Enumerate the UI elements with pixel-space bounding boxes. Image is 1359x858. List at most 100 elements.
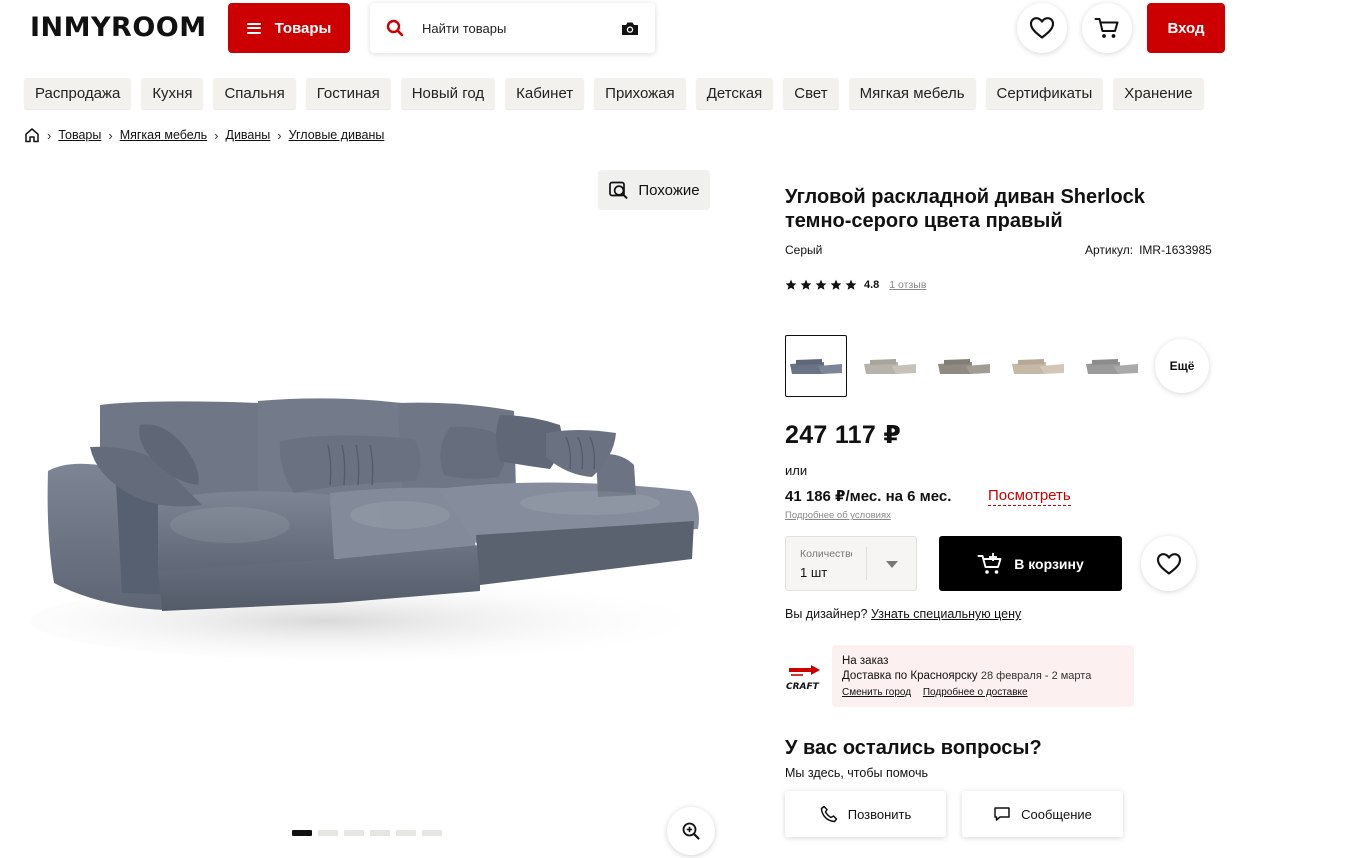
- quantity-divider: [866, 547, 867, 580]
- heart-icon: [1156, 552, 1181, 575]
- message-button[interactable]: Сообщение: [962, 791, 1123, 837]
- category-chip[interactable]: Детская: [695, 78, 774, 109]
- gallery-dot[interactable]: [318, 830, 338, 836]
- delivery-line: Доставка по Красноярску 28 февраля - 2 м…: [842, 669, 1124, 684]
- category-chip[interactable]: Гостиная: [305, 78, 391, 109]
- questions-subtitle: Мы здесь, чтобы помочь: [785, 766, 928, 780]
- sofa-thumbnail-icon: [1086, 359, 1138, 374]
- sofa-thumbnail-icon: [864, 359, 916, 374]
- product-color: Серый: [785, 243, 823, 257]
- product-rating: 4.8 1 отзыв: [785, 279, 926, 291]
- designer-offer: Вы дизайнер? Узнать специальную цену: [785, 607, 1021, 621]
- heart-icon: [1029, 17, 1055, 39]
- gallery-dot[interactable]: [422, 830, 442, 836]
- product-price: 247 117 ₽: [785, 421, 902, 449]
- delivery-links: Сменить город Подробнее о доставке: [842, 685, 1124, 700]
- catalog-button[interactable]: Товары: [228, 3, 350, 53]
- zoom-button[interactable]: [667, 807, 715, 855]
- craft-logo: CRAFT: [786, 665, 820, 692]
- view-installment-link[interactable]: Посмотреть: [988, 487, 1071, 506]
- breadcrumb-link[interactable]: Диваны: [225, 128, 270, 142]
- delivery-dates: 28 февраля - 2 марта: [980, 670, 1092, 682]
- category-chip[interactable]: Спальня: [213, 78, 296, 109]
- message-button-label: Сообщение: [1021, 806, 1092, 822]
- call-button[interactable]: Позвонить: [785, 791, 946, 837]
- delivery-details-link[interactable]: Подробнее о доставке: [923, 687, 1028, 698]
- variant-thumbnail[interactable]: [1081, 335, 1143, 397]
- sofa-thumbnail-icon: [1012, 359, 1064, 374]
- category-chip[interactable]: Кухня: [141, 78, 204, 109]
- quantity-select[interactable]: Количество 1 шт: [785, 536, 917, 591]
- star-icon: [830, 279, 842, 290]
- add-to-favorites-button[interactable]: [1141, 536, 1196, 591]
- category-chip[interactable]: Хранение: [1113, 78, 1204, 109]
- breadcrumb-link[interactable]: Товары: [58, 128, 101, 142]
- product-article: Артикул: IMR-1633985: [1085, 243, 1212, 257]
- cart-add-icon: [977, 552, 1002, 574]
- favorites-button[interactable]: [1017, 3, 1067, 53]
- catalog-button-label: Товары: [274, 19, 332, 37]
- rating-stars: [785, 279, 857, 291]
- search-input[interactable]: Найти товары: [422, 21, 621, 36]
- home-icon[interactable]: [24, 127, 40, 143]
- cart-button[interactable]: [1082, 3, 1132, 53]
- gallery-pagination: [292, 830, 442, 836]
- gallery-dot[interactable]: [292, 830, 312, 836]
- variant-thumbnail[interactable]: [859, 335, 921, 397]
- reviews-link[interactable]: 1 отзыв: [889, 279, 926, 291]
- star-icon: [845, 279, 857, 290]
- category-chip[interactable]: Свет: [783, 78, 839, 109]
- call-button-label: Позвонить: [847, 806, 912, 822]
- variant-thumbnail[interactable]: [1007, 335, 1069, 397]
- add-to-cart-label: В корзину: [1014, 555, 1084, 572]
- variant-thumbnail[interactable]: [785, 335, 847, 397]
- availability-status: На заказ: [842, 655, 889, 667]
- star-icon: [800, 279, 812, 290]
- category-chip[interactable]: Прихожая: [594, 78, 686, 109]
- login-button[interactable]: Вход: [1147, 3, 1225, 53]
- designer-price-link[interactable]: Узнать специальную цену: [871, 607, 1021, 621]
- similar-button[interactable]: Похожие: [598, 170, 710, 210]
- camera-icon[interactable]: [621, 21, 639, 36]
- category-chip[interactable]: Распродажа: [24, 78, 132, 109]
- cart-icon: [1094, 18, 1119, 38]
- rating-value: 4.8: [864, 279, 880, 291]
- category-chip[interactable]: Мягкая мебель: [848, 78, 976, 109]
- star-icon: [785, 279, 797, 290]
- star-icon: [815, 279, 827, 290]
- category-nav: Распродажа Кухня Спальня Гостиная Новый …: [24, 78, 1204, 109]
- product-image: [30, 398, 699, 661]
- breadcrumb-link[interactable]: Мягкая мебель: [120, 128, 207, 142]
- delivery-text: Доставка по Красноярску: [842, 670, 978, 682]
- site-logo[interactable]: INMYROOM: [30, 12, 207, 43]
- search-bar[interactable]: Найти товары: [370, 3, 655, 53]
- product-title: Угловой раскладной диван Sherlock темно-…: [785, 186, 1145, 232]
- gallery-dot[interactable]: [396, 830, 416, 836]
- search-icon: [386, 19, 404, 37]
- category-chip[interactable]: Новый год: [400, 78, 496, 109]
- gallery-dot[interactable]: [344, 830, 364, 836]
- change-city-link[interactable]: Сменить город: [842, 687, 911, 698]
- add-to-cart-button[interactable]: В корзину: [939, 536, 1122, 591]
- conditions-link[interactable]: Подробнее об условиях: [785, 510, 891, 521]
- breadcrumb-separator: ›: [214, 127, 219, 143]
- variant-thumbnail[interactable]: [933, 335, 995, 397]
- category-chip[interactable]: Сертификаты: [985, 78, 1104, 109]
- craft-logo-text: CRAFT: [786, 682, 820, 692]
- zoom-in-icon: [682, 822, 700, 840]
- installment-price: 41 186 ₽/мес. на 6 мес.: [785, 488, 952, 505]
- breadcrumb-separator: ›: [277, 127, 282, 143]
- questions-title: У вас остались вопросы?: [785, 737, 1042, 759]
- similar-button-label: Похожие: [638, 181, 700, 199]
- more-variants-button[interactable]: Ещё: [1155, 339, 1209, 393]
- article-value: IMR-1633985: [1139, 243, 1212, 257]
- color-variants: Ещё: [785, 335, 1209, 397]
- gallery-dot[interactable]: [370, 830, 390, 836]
- breadcrumb-link[interactable]: Угловые диваны: [289, 128, 385, 142]
- article-label: Артикул:: [1085, 243, 1134, 257]
- visual-search-icon: [609, 181, 628, 199]
- category-chip[interactable]: Кабинет: [505, 78, 585, 109]
- menu-icon: [246, 22, 261, 34]
- breadcrumb: › Товары › Мягкая мебель › Диваны › Угло…: [24, 127, 384, 143]
- chat-icon: [994, 807, 1010, 821]
